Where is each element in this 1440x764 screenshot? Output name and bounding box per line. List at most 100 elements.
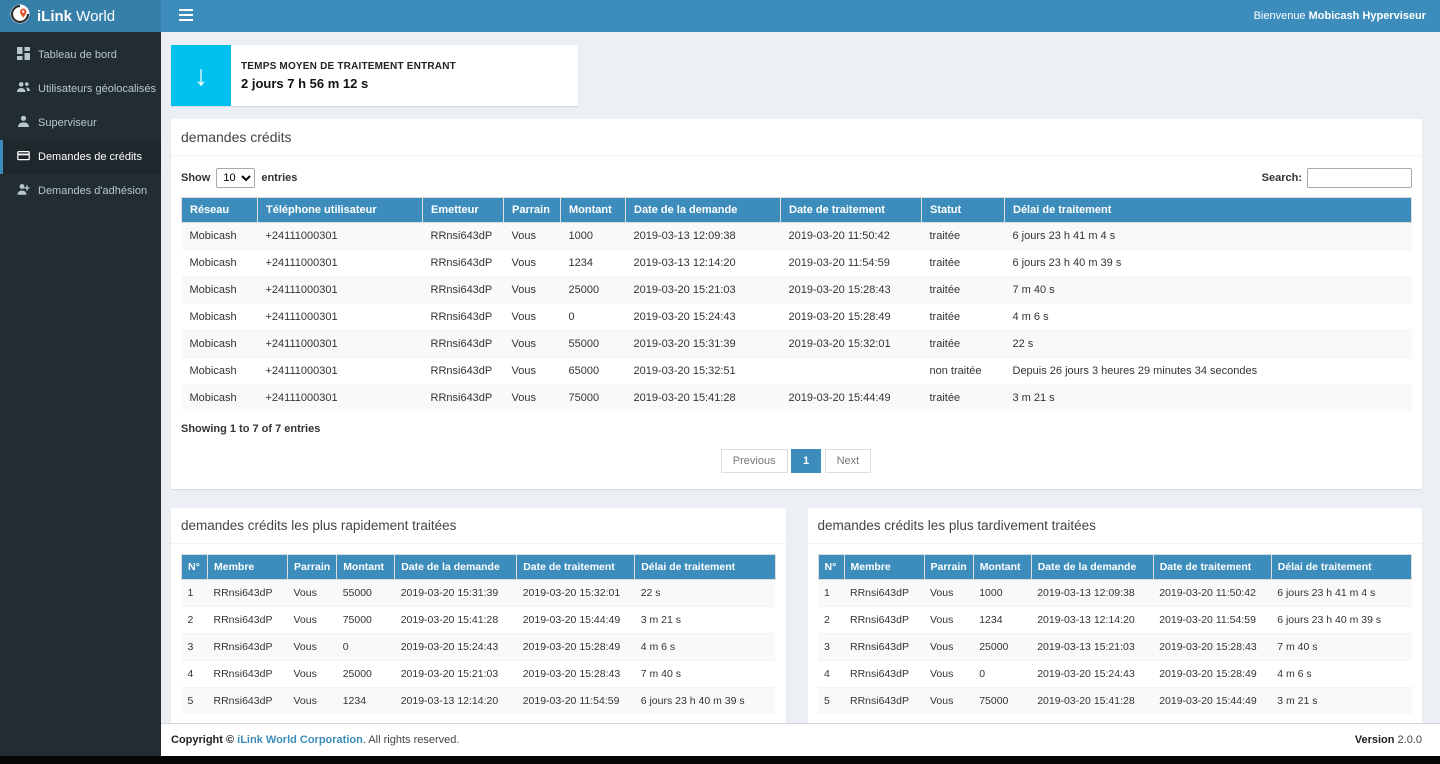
column-header: Date de traitement <box>1153 555 1271 580</box>
column-header[interactable]: Réseau <box>182 198 258 223</box>
table-cell: RRnsi643dP <box>844 661 924 688</box>
table-cell: 2019-03-13 12:14:20 <box>626 250 781 277</box>
table-cell: RRnsi643dP <box>423 331 504 358</box>
column-header: N° <box>818 555 844 580</box>
supervisor-icon <box>17 115 30 131</box>
table-cell: Mobicash <box>182 385 258 412</box>
page-1-button[interactable]: 1 <box>791 449 821 473</box>
table-cell: +24111000301 <box>258 250 423 277</box>
arrow-down-icon: ↓ <box>171 45 231 106</box>
table-cell: 2019-03-20 15:28:43 <box>517 661 635 688</box>
table-cell: RRnsi643dP <box>844 688 924 715</box>
sidebar-menu: Tableau de bord Utilisateurs géolocalisé… <box>0 32 161 208</box>
company-link[interactable]: iLink World Corporation <box>237 734 363 746</box>
table-cell: 2019-03-20 15:28:43 <box>781 277 922 304</box>
table-cell: 6 jours 23 h 40 m 39 s <box>635 688 775 715</box>
table-wrapper: N°MembreParrainMontantDate de la demande… <box>171 544 786 714</box>
table-cell: RRnsi643dP <box>844 580 924 607</box>
table-row: 5RRnsi643dPVous750002019-03-20 15:41:282… <box>818 688 1412 715</box>
table-cell: 4 <box>818 661 844 688</box>
table-cell: Mobicash <box>182 331 258 358</box>
table-cell: traitée <box>922 331 1005 358</box>
column-header[interactable]: Montant <box>561 198 626 223</box>
table-cell: 65000 <box>561 358 626 385</box>
table-cell: 2019-03-20 11:54:59 <box>781 250 922 277</box>
next-page-button[interactable]: Next <box>825 449 872 473</box>
copyright-label: Copyright © <box>171 734 237 746</box>
table-cell: RRnsi643dP <box>208 607 288 634</box>
credit-requests-table: RéseauTéléphone utilisateurEmetteurParra… <box>181 197 1412 411</box>
table-row: 2RRnsi643dPVous750002019-03-20 15:41:282… <box>182 607 776 634</box>
column-header[interactable]: Parrain <box>504 198 561 223</box>
table-cell: 2019-03-20 15:31:39 <box>395 580 517 607</box>
panel-title: demandes crédits <box>171 119 1422 156</box>
slowest-processed-panel: demandes crédits les plus tardivement tr… <box>808 508 1423 723</box>
table-cell: 2019-03-20 15:32:51 <box>626 358 781 385</box>
table-cell: Vous <box>924 580 973 607</box>
table-cell: 1 <box>182 580 208 607</box>
main-area: Bienvenue Mobicash Hyperviseur ↓ TEMPS M… <box>161 0 1440 756</box>
table-cell: 2019-03-13 12:14:20 <box>395 688 517 715</box>
page-content: ↓ TEMPS MOYEN DE TRAITEMENT ENTRANT 2 jo… <box>161 32 1440 723</box>
table-cell: 3 <box>818 634 844 661</box>
table-cell: 2019-03-20 15:28:49 <box>1153 661 1271 688</box>
welcome-text: Bienvenue Mobicash Hyperviseur <box>1254 10 1426 22</box>
table-cell: 5 <box>818 688 844 715</box>
credit-card-icon <box>17 149 30 165</box>
sidebar-item-utilisateurs-geolocalises[interactable]: Utilisateurs géolocalisés <box>0 72 161 106</box>
table-cell: Vous <box>924 634 973 661</box>
table-cell: 22 s <box>635 580 775 607</box>
table-cell: Vous <box>924 661 973 688</box>
table-cell: 22 s <box>1005 331 1412 358</box>
sidebar-toggle-button[interactable] <box>175 7 197 26</box>
screen-bottom-edge <box>0 756 1440 764</box>
table-row: 4RRnsi643dPVous250002019-03-20 15:21:032… <box>182 661 776 688</box>
table-cell: 7 m 40 s <box>635 661 775 688</box>
table-cell: Vous <box>504 331 561 358</box>
infobox-label: TEMPS MOYEN DE TRAITEMENT ENTRANT <box>241 61 456 72</box>
table-cell: Vous <box>924 607 973 634</box>
column-header[interactable]: Téléphone utilisateur <box>258 198 423 223</box>
table-cell: traitée <box>922 223 1005 250</box>
table-cell: RRnsi643dP <box>423 385 504 412</box>
table-cell: 2019-03-20 15:32:01 <box>517 580 635 607</box>
version-value: 2.0.0 <box>1398 734 1422 746</box>
table-cell: Vous <box>504 223 561 250</box>
table-cell: 75000 <box>561 385 626 412</box>
sidebar-item-superviseur[interactable]: Superviseur <box>0 106 161 140</box>
table-info: Showing 1 to 7 of 7 entries <box>171 411 1422 447</box>
column-header[interactable]: Date de la demande <box>626 198 781 223</box>
app-logo[interactable]: iLink World <box>0 0 161 32</box>
table-cell: 1000 <box>973 580 1031 607</box>
column-header[interactable]: Statut <box>922 198 1005 223</box>
table-header-row: N°MembreParrainMontantDate de la demande… <box>182 555 776 580</box>
table-cell: traitée <box>922 250 1005 277</box>
column-header[interactable]: Emetteur <box>423 198 504 223</box>
table-row: 3RRnsi643dPVous250002019-03-13 15:21:032… <box>818 634 1412 661</box>
version-label: Version <box>1355 734 1395 746</box>
table-header-row: RéseauTéléphone utilisateurEmetteurParra… <box>182 198 1412 223</box>
table-cell: 2019-03-20 15:24:43 <box>1031 661 1153 688</box>
table-cell: 75000 <box>973 688 1031 715</box>
search-input[interactable] <box>1307 168 1412 188</box>
column-header[interactable]: Date de traitement <box>781 198 922 223</box>
sidebar-item-tableau-de-bord[interactable]: Tableau de bord <box>0 38 161 72</box>
previous-page-button[interactable]: Previous <box>721 449 788 473</box>
column-header: Parrain <box>924 555 973 580</box>
page-length-select[interactable]: 10 <box>216 168 255 188</box>
table-cell: 2019-03-20 15:44:49 <box>1153 688 1271 715</box>
table-cell: 2019-03-20 11:50:42 <box>781 223 922 250</box>
pagination: Previous 1 Next <box>171 447 1422 489</box>
table-cell: 55000 <box>337 580 395 607</box>
column-header: N° <box>182 555 208 580</box>
table-cell: 25000 <box>973 634 1031 661</box>
table-cell: +24111000301 <box>258 358 423 385</box>
table-cell: RRnsi643dP <box>423 277 504 304</box>
table-cell: 6 jours 23 h 41 m 4 s <box>1271 580 1411 607</box>
table-cell: 1234 <box>973 607 1031 634</box>
app-title: iLink World <box>37 8 115 25</box>
column-header[interactable]: Délai de traitement <box>1005 198 1412 223</box>
entries-label: entries <box>261 172 297 184</box>
sidebar-item-demandes-adhesion[interactable]: Demandes d'adhésion <box>0 174 161 208</box>
sidebar-item-demandes-de-credits[interactable]: Demandes de crédits <box>0 140 161 174</box>
